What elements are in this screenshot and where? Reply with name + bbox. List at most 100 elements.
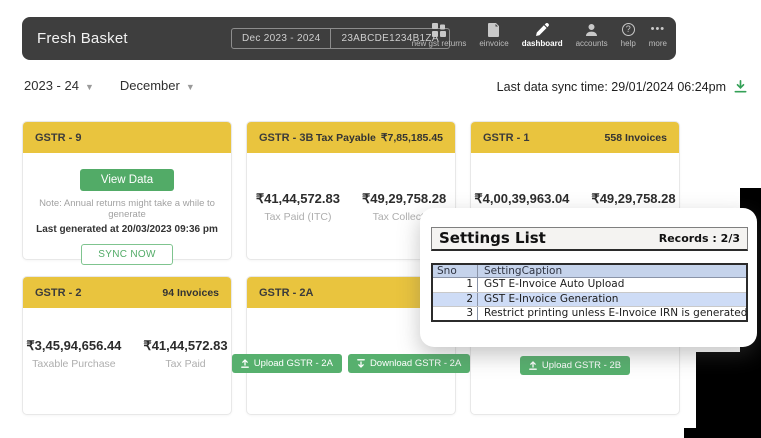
nav-label: new gst returns	[412, 39, 467, 48]
more-icon: •••	[651, 22, 666, 37]
stat-value: ₹41,44,572.83	[143, 338, 227, 354]
sync-status-row: Last data sync time: 29/01/2024 06:24pm	[497, 79, 748, 94]
card-title: GSTR - 9	[35, 132, 81, 144]
table-row[interactable]: 1 GST E-Invoice Auto Upload	[433, 278, 746, 292]
card-gstr-3b-header: GSTR - 3B Tax Payable ₹7,85,185.45	[247, 122, 455, 153]
redacted-region	[696, 352, 761, 438]
nav-label: einvoice	[479, 39, 508, 48]
card-gstr-2-header: GSTR - 2 94 Invoices	[23, 277, 231, 308]
row-caption: GST E-Invoice Auto Upload	[478, 278, 746, 292]
invoice-count-badge: 94 Invoices	[162, 287, 219, 299]
last-generated-text: Last generated at 20/03/2023 09:36 pm	[23, 224, 231, 235]
nav-label: more	[649, 39, 667, 48]
card-gstr-1-stats: ₹4,00,39,963.04 ₹49,29,758.28	[471, 191, 679, 207]
card-title: GSTR - 2	[35, 287, 81, 299]
stat-taxable-purchase: ₹3,45,94,656.44 Taxable Purchase	[26, 338, 121, 370]
nav-item-help[interactable]: ? help	[621, 22, 636, 48]
stat-value: ₹41,44,572.83	[256, 191, 340, 207]
download-icon[interactable]	[733, 79, 748, 94]
card-gstr-2: GSTR - 2 94 Invoices ₹3,45,94,656.44 Tax…	[22, 276, 232, 415]
last-sync-time: Last data sync time: 29/01/2024 06:24pm	[497, 80, 726, 94]
upload-icon	[241, 359, 249, 368]
redacted-region	[684, 428, 698, 438]
month-value: December	[120, 78, 180, 93]
table-row-selected[interactable]: 2 GST E-Invoice Generation	[433, 292, 746, 306]
top-app-bar: Fresh Basket Dec 2023 - 2024 23ABCDE1234…	[22, 17, 676, 60]
stat-label: Taxable Purchase	[26, 358, 121, 370]
financial-year-value: 2023 - 24	[24, 78, 79, 93]
button-label: Upload GSTR - 2A	[254, 358, 333, 369]
settings-table: Sno SettingCaption 1 GST E-Invoice Auto …	[431, 263, 748, 322]
nav-label: accounts	[576, 39, 608, 48]
column-header-caption: SettingCaption	[478, 265, 746, 277]
person-icon	[585, 22, 598, 37]
settings-table-header: Sno SettingCaption	[433, 265, 746, 278]
button-label: Upload GSTR - 2B	[542, 360, 621, 371]
download-gstr-2a-button[interactable]: Download GSTR - 2A	[348, 354, 470, 373]
card-gstr-9: GSTR - 9 View Data Note: Annual returns …	[22, 121, 232, 260]
period-selector[interactable]: Dec 2023 - 2024	[231, 28, 331, 49]
stat-value: ₹4,00,39,963.04	[474, 191, 569, 207]
stat-value: ₹49,29,758.28	[591, 191, 675, 207]
settings-list-popup: Settings List Records : 2/3 Sno SettingC…	[420, 208, 757, 347]
dashboard-page: { "header": { "brand": "Fresh Basket", "…	[0, 0, 761, 438]
invoice-count-badge: 558 Invoices	[605, 132, 667, 144]
card-gstr-1-header: GSTR - 1 558 Invoices	[471, 122, 679, 153]
download-icon	[357, 359, 365, 368]
pencil-icon	[535, 22, 549, 37]
app-brand: Fresh Basket	[37, 30, 128, 47]
upload-gstr-2b-button[interactable]: Upload GSTR - 2B	[520, 356, 630, 375]
chevron-down-icon: ▼	[85, 80, 94, 92]
row-caption: Restrict printing unless E-Invoice IRN i…	[478, 307, 746, 320]
stat-taxable-sales: ₹4,00,39,963.04	[474, 191, 569, 207]
tax-payable-label: Tax Payable	[316, 132, 376, 144]
nav-item-more[interactable]: ••• more	[649, 22, 667, 48]
column-header-sno: Sno	[433, 265, 478, 277]
card-gstr-9-header: GSTR - 9	[23, 122, 231, 153]
card-gstr-2b-buttons: Upload GSTR - 2B	[471, 356, 679, 375]
row-sno: 3	[433, 307, 478, 320]
table-row[interactable]: 3 Restrict printing unless E-Invoice IRN…	[433, 306, 746, 320]
card-gstr-2-stats: ₹3,45,94,656.44 Taxable Purchase ₹41,44,…	[23, 338, 231, 370]
grid-icon	[432, 22, 446, 37]
popup-title-bar: Settings List Records : 2/3	[431, 227, 748, 251]
card-title: GSTR - 2A	[259, 287, 313, 299]
nav-item-dashboard[interactable]: dashboard	[522, 22, 563, 48]
records-counter: Records : 2/3	[659, 232, 740, 245]
annual-returns-note: Note: Annual returns might take a while …	[23, 198, 231, 220]
nav-label: dashboard	[522, 39, 563, 48]
nav-item-new-gst-returns[interactable]: new gst returns	[412, 22, 467, 48]
view-data-button[interactable]: View Data	[80, 169, 174, 191]
stat-tax-paid: ₹41,44,572.83 Tax Paid	[143, 338, 227, 370]
card-title: GSTR - 1	[483, 132, 529, 144]
tax-payable-badge: Tax Payable ₹7,85,185.45	[316, 132, 443, 144]
upload-icon	[529, 361, 537, 370]
invoice-icon	[488, 22, 500, 37]
row-sno: 1	[433, 278, 478, 292]
card-title: GSTR - 3B	[259, 132, 313, 144]
nav-item-einvoice[interactable]: einvoice	[479, 22, 508, 48]
row-caption: GST E-Invoice Generation	[478, 293, 746, 306]
popup-title: Settings List	[439, 229, 546, 247]
stat-tax-paid-itc: ₹41,44,572.83 Tax Paid (ITC)	[256, 191, 340, 223]
card-gstr-9-body: View Data Note: Annual returns might tak…	[23, 153, 231, 265]
card-gstr-2a-buttons: Upload GSTR - 2A Download GSTR - 2A	[247, 354, 455, 373]
stat-value: ₹49,29,758.28	[362, 191, 446, 207]
upload-gstr-2a-button[interactable]: Upload GSTR - 2A	[232, 354, 342, 373]
nav-label: help	[621, 39, 636, 48]
stat-label: Tax Paid	[143, 358, 227, 370]
row-sno: 2	[433, 293, 478, 306]
button-label: Download GSTR - 2A	[370, 358, 461, 369]
sync-now-button[interactable]: SYNC NOW	[81, 244, 172, 265]
month-dropdown[interactable]: December ▼	[120, 78, 195, 93]
top-nav: new gst returns einvoice dashboard accou…	[412, 22, 667, 48]
nav-item-accounts[interactable]: accounts	[576, 22, 608, 48]
stat-tax-collected: ₹49,29,758.28	[591, 191, 675, 207]
chevron-down-icon: ▼	[186, 80, 195, 92]
stat-label: Tax Paid (ITC)	[256, 211, 340, 223]
filter-row: 2023 - 24 ▼ December ▼	[24, 78, 221, 93]
financial-year-dropdown[interactable]: 2023 - 24 ▼	[24, 78, 94, 93]
help-icon: ?	[622, 22, 635, 37]
stat-value: ₹3,45,94,656.44	[26, 338, 121, 354]
tax-payable-value: ₹7,85,185.45	[381, 132, 443, 144]
